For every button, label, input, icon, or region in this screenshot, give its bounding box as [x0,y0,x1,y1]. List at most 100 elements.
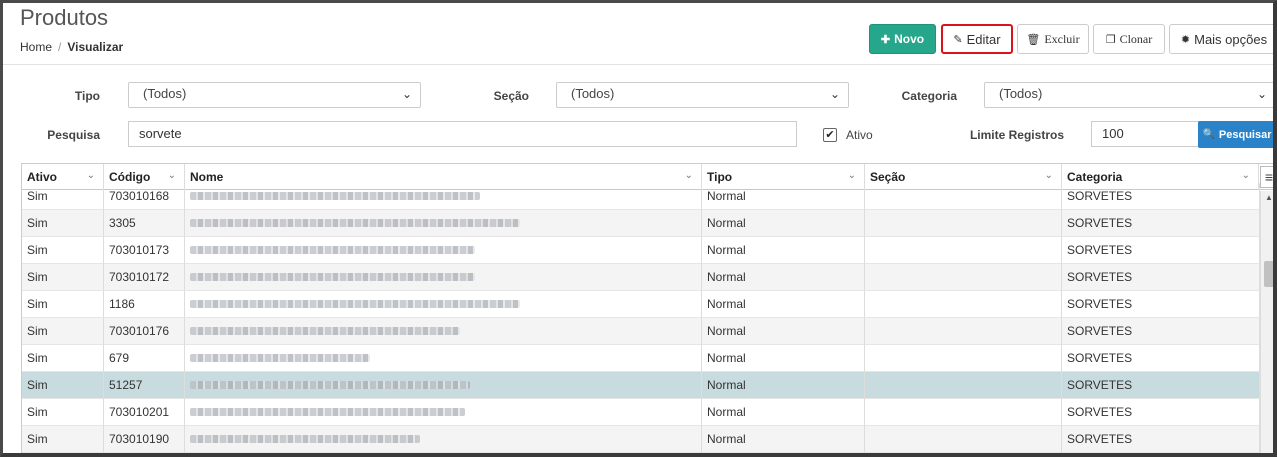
tipo-select[interactable]: (Todos) ⌄ [128,82,421,108]
breadcrumb-current: Visualizar [67,40,124,54]
novo-button[interactable]: ✚ Novo [869,24,936,54]
cell-tipo: Normal [702,345,865,372]
cell-secao [865,291,1062,318]
ativo-checkbox[interactable]: ✔ [823,128,837,142]
copy-icon: ❐ [1105,33,1116,46]
scroll-up-icon[interactable]: ▲ [1265,193,1273,202]
column-header-label: Categoria [1067,170,1123,184]
cell-categoria: SORVETES [1062,291,1260,318]
gear-icon: ✹ [1180,33,1191,46]
breadcrumb-home[interactable]: Home [20,40,52,54]
cell-tipo: Normal [702,372,865,399]
column-header-label: Nome [190,170,224,184]
page-header: Produtos Home / Visualizar ✚ Novo ✎ Editar 🗑… [3,3,1273,65]
column-menu-icon[interactable]: ≡ [1260,166,1273,188]
redacted-name [190,246,475,254]
cell-tipo: Normal [702,183,865,210]
cell-codigo: 703010172 [104,264,185,291]
grid-body: Sim 703010168 Normal SORVETES Sim 3305 Normal S… [22,183,1260,453]
cell-ativo: Sim [22,210,104,237]
clonar-button[interactable]: ❐ Clonar [1093,24,1165,54]
cell-categoria: SORVETES [1062,372,1260,399]
novo-label: Novo [894,32,925,46]
cell-codigo: 703010201 [104,399,185,426]
tipo-label: Tipo [74,89,100,103]
redacted-name [190,408,465,416]
cell-ativo: Sim [22,372,104,399]
categoria-select[interactable]: (Todos) ⌄ [984,82,1273,108]
cell-categoria: SORVETES [1062,426,1260,453]
categoria-label: Categoria [901,89,957,103]
chevron-down-icon: ⌄ [1241,170,1250,181]
cell-secao [865,426,1062,453]
cell-ativo: Sim [22,399,104,426]
cell-codigo: 703010176 [104,318,185,345]
cell-secao [865,183,1062,210]
secao-label: Seção [493,89,529,103]
cell-secao [865,345,1062,372]
cell-nome [185,399,702,426]
chevron-down-icon: ⌄ [829,87,840,101]
cell-tipo: Normal [702,426,865,453]
limite-registros-label: Limite Registros [969,128,1064,142]
table-row[interactable]: Sim 3305 Normal SORVETES [22,210,1260,237]
chevron-down-icon: ⌄ [684,170,693,181]
cell-nome [185,183,702,210]
cell-categoria: SORVETES [1062,399,1260,426]
mais-opcoes-button[interactable]: ✹ Mais opções [1169,24,1273,54]
redacted-name [190,273,475,281]
redacted-name [190,435,420,443]
limite-registros-input[interactable]: 100 [1091,121,1199,147]
excluir-button[interactable]: 🗑 Excluir [1017,24,1089,54]
secao-select[interactable]: (Todos) ⌄ [556,82,849,108]
cell-categoria: SORVETES [1062,318,1260,345]
cell-nome [185,426,702,453]
cell-secao [865,372,1062,399]
cell-codigo: 3305 [104,210,185,237]
products-grid: Ativo ⌄ Código ⌄ Nome ⌄ Tipo ⌄ Seção ⌄ Catego… [21,163,1273,453]
vertical-scrollbar[interactable]: ▲ [1260,191,1273,453]
pesquisar-label: Pesquisar [1218,128,1272,141]
chevron-down-icon: ⌄ [86,170,95,181]
table-row[interactable]: Sim 703010172 Normal SORVETES [22,264,1260,291]
pesquisa-label: Pesquisa [47,128,100,142]
pesquisar-button[interactable]: 🔍 Pesquisar [1198,121,1273,148]
table-row[interactable]: Sim 1186 Normal SORVETES [22,291,1260,318]
redacted-name [190,300,520,308]
pesquisa-input[interactable]: sorvete [128,121,797,147]
cell-ativo: Sim [22,318,104,345]
table-row[interactable]: Sim 679 Normal SORVETES [22,345,1260,372]
chevron-down-icon: ⌄ [847,170,856,181]
app-window: Produtos Home / Visualizar ✚ Novo ✎ Editar 🗑… [0,0,1277,457]
chevron-down-icon: ⌄ [401,87,412,101]
cell-tipo: Normal [702,264,865,291]
cell-nome [185,210,702,237]
column-header-label: Código [109,170,151,184]
table-row[interactable]: Sim 51257 Normal SORVETES [22,372,1260,399]
pencil-icon: ✎ [953,33,963,46]
editar-label: Editar [966,31,1001,47]
table-row[interactable]: Sim 703010176 Normal SORVETES [22,318,1260,345]
cell-categoria: SORVETES [1062,237,1260,264]
table-row[interactable]: Sim 703010168 Normal SORVETES [22,183,1260,210]
column-header-label: Ativo [27,170,57,184]
search-icon: 🔍 [1202,129,1215,140]
categoria-select-value: (Todos) [999,86,1043,101]
table-row[interactable]: Sim 703010190 Normal SORVETES [22,426,1260,453]
editar-button[interactable]: ✎ Editar [941,24,1013,54]
table-row[interactable]: Sim 703010201 Normal SORVETES [22,399,1260,426]
table-row[interactable]: Sim 703010173 Normal SORVETES [22,237,1260,264]
cell-tipo: Normal [702,291,865,318]
trash-icon: 🗑 [1026,33,1041,46]
cell-nome [185,372,702,399]
cell-nome [185,237,702,264]
ativo-checkbox-label: Ativo [846,128,873,142]
scrollbar-thumb[interactable] [1264,261,1273,287]
cell-secao [865,399,1062,426]
column-header-label: Tipo [707,170,733,184]
redacted-name [190,192,480,200]
chevron-down-icon: ⌄ [167,170,176,181]
secao-select-value: (Todos) [571,86,615,101]
page-title: Produtos [20,5,109,30]
cell-ativo: Sim [22,183,104,210]
